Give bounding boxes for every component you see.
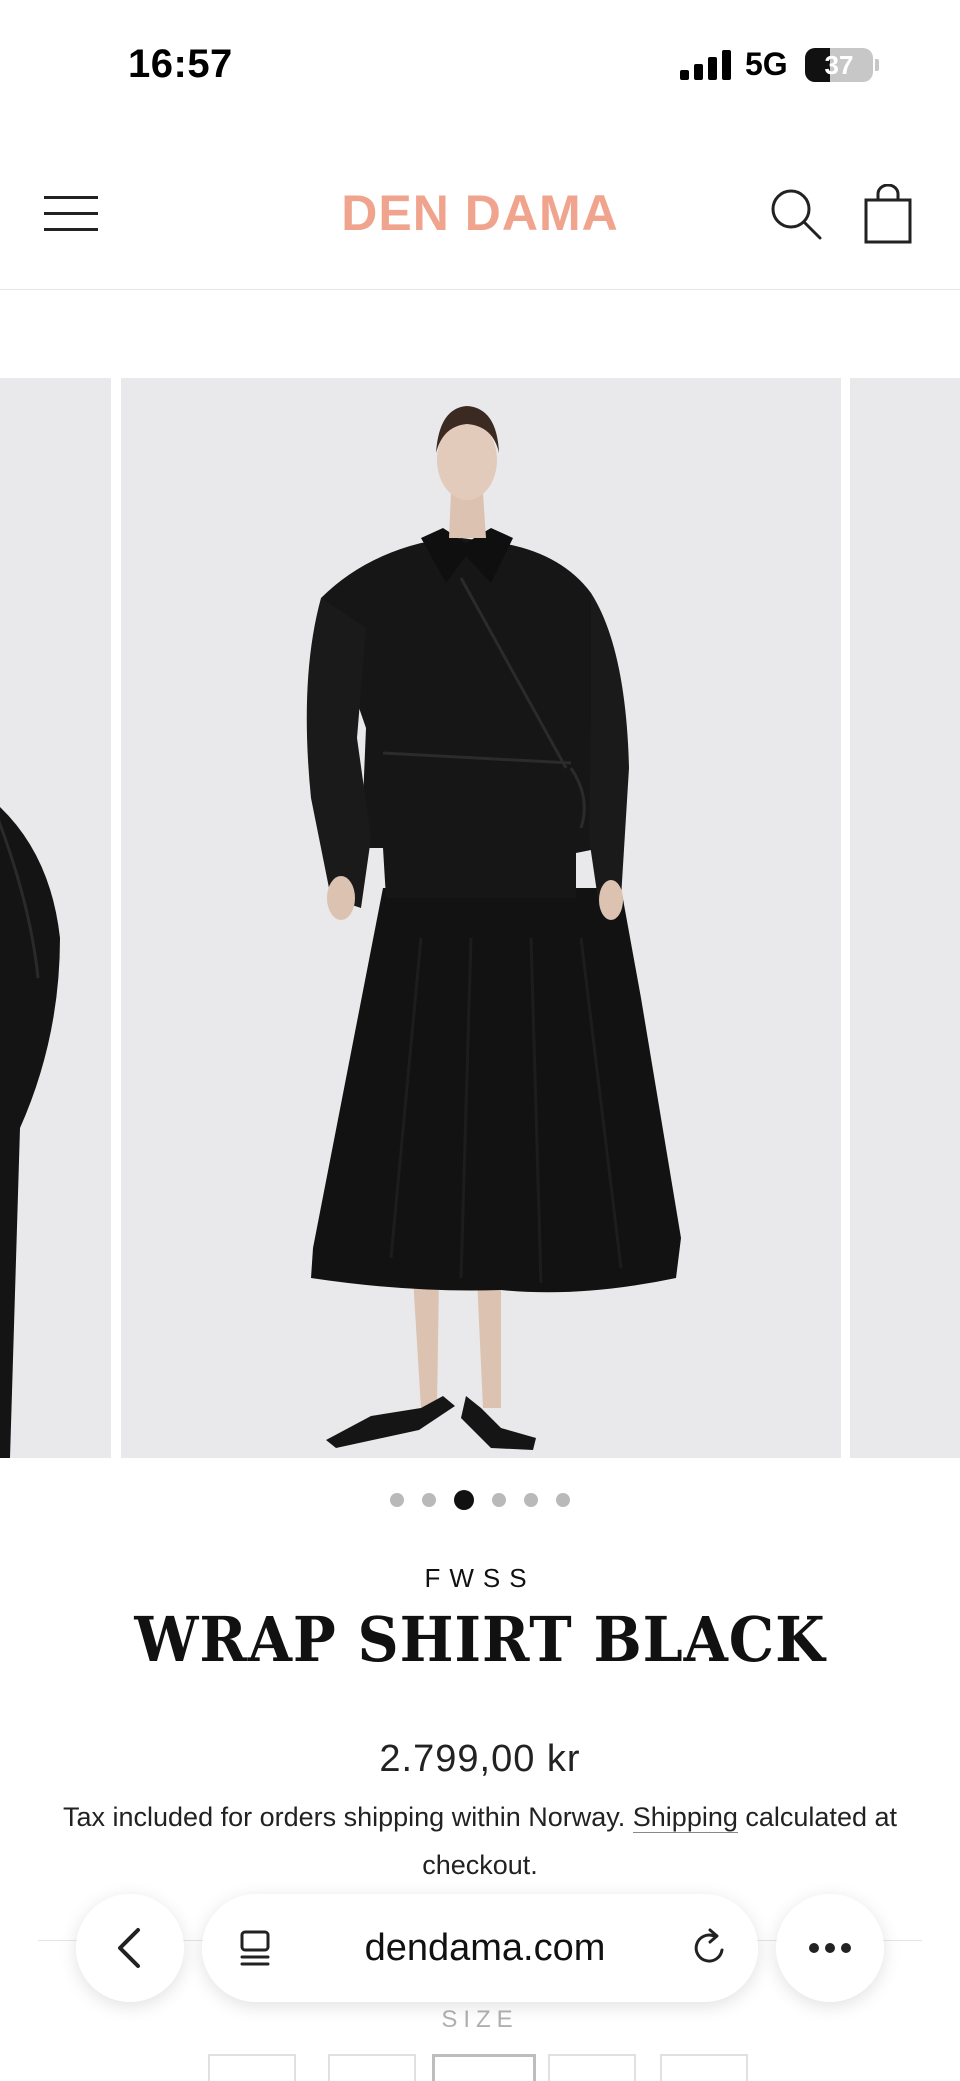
search-icon[interactable] bbox=[768, 186, 824, 242]
site-header: DEN DAMA bbox=[0, 150, 960, 290]
pagination-dot-active[interactable] bbox=[454, 1490, 474, 1510]
model-image-partial bbox=[0, 807, 60, 1458]
size-option[interactable] bbox=[660, 2054, 748, 2081]
product-image bbox=[306, 406, 681, 1450]
signal-icon bbox=[680, 50, 732, 80]
status-time: 16:57 bbox=[128, 42, 233, 86]
size-option[interactable] bbox=[208, 2054, 296, 2081]
shopping-bag-icon[interactable] bbox=[862, 184, 914, 244]
pagination-dot[interactable] bbox=[422, 1493, 436, 1507]
pagination-dot[interactable] bbox=[524, 1493, 538, 1507]
shipping-link[interactable]: Shipping bbox=[632, 1802, 738, 1833]
product-brand[interactable]: FWSS bbox=[0, 1563, 960, 1594]
chevron-left-icon bbox=[118, 1928, 140, 1968]
tax-note-text: Tax included for orders shipping within … bbox=[62, 1802, 626, 1832]
browser-toolbar: dendama.com bbox=[0, 1894, 960, 2006]
product-price: 2.799,00 kr bbox=[379, 1738, 581, 1780]
more-button[interactable] bbox=[776, 1894, 884, 2002]
gallery-slide-current[interactable] bbox=[121, 378, 938, 1458]
tax-note: Tax included for orders shipping within … bbox=[30, 1793, 930, 1889]
network-label: 5G bbox=[745, 46, 788, 82]
back-button[interactable] bbox=[76, 1894, 184, 2002]
size-option-selected[interactable] bbox=[432, 2054, 536, 2081]
battery-level: 37 bbox=[824, 50, 854, 80]
battery-icon: 37 bbox=[805, 48, 873, 82]
size-option[interactable] bbox=[328, 2054, 416, 2081]
pagination-dot[interactable] bbox=[556, 1493, 570, 1507]
pagination-dot[interactable] bbox=[390, 1493, 404, 1507]
pagination-dot[interactable] bbox=[492, 1493, 506, 1507]
gallery-slide-previous[interactable] bbox=[0, 378, 111, 1458]
url-text[interactable]: dendama.com bbox=[292, 1927, 678, 1970]
gallery-pagination bbox=[0, 1490, 960, 1514]
more-icon bbox=[809, 1943, 851, 1953]
status-bar: 16:57 5G 37 bbox=[0, 0, 960, 130]
product-gallery[interactable] bbox=[0, 378, 960, 1460]
reload-icon[interactable] bbox=[688, 1926, 732, 1970]
size-option[interactable] bbox=[548, 2054, 636, 2081]
gallery-slide-next[interactable] bbox=[850, 378, 960, 1458]
address-bar[interactable]: dendama.com bbox=[202, 1894, 758, 2002]
product-title: WRAP SHIRT BLACK bbox=[134, 1603, 826, 1676]
size-label: SIZE bbox=[441, 2006, 519, 2033]
battery-tip bbox=[875, 59, 879, 71]
tab-overview-icon[interactable] bbox=[234, 1926, 278, 1970]
